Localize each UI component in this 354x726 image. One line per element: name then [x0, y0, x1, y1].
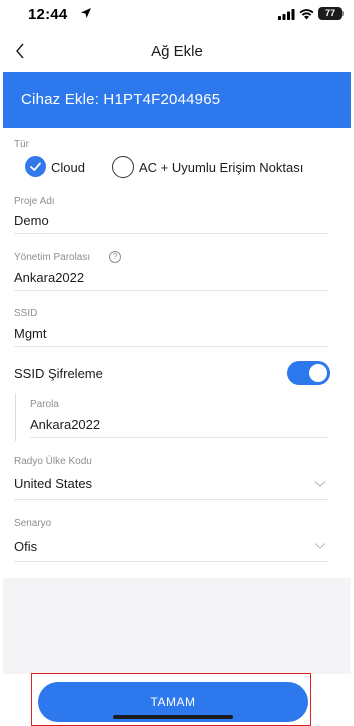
chevron-down-icon[interactable]	[314, 480, 326, 488]
type-label: Tür	[14, 139, 29, 150]
battery-nub	[342, 11, 344, 16]
battery-level: 77	[324, 8, 335, 18]
ac-access-point-radio[interactable]	[112, 156, 134, 178]
country-code-label: Radyo Ülke Kodu	[14, 456, 92, 467]
ssid-encryption-toggle[interactable]	[287, 361, 330, 385]
ssid-label: SSID	[14, 308, 38, 319]
ssid-field[interactable]: Mgmt	[14, 326, 47, 341]
divider	[14, 290, 329, 291]
location-arrow-icon	[81, 8, 91, 18]
cellular-signal-icon	[278, 9, 295, 20]
help-icon[interactable]: ?	[109, 251, 121, 263]
password-field[interactable]: Ankara2022	[30, 417, 100, 432]
country-code-value[interactable]: United States	[14, 476, 92, 491]
cloud-radio[interactable]	[25, 156, 46, 177]
status-bar: 12:44 77	[0, 0, 354, 30]
navigation-bar: Ağ Ekle	[0, 30, 354, 72]
project-name-field[interactable]: Demo	[14, 213, 49, 228]
device-banner: Cihaz Ekle: H1PT4F2044965	[3, 72, 351, 128]
project-name-label: Proje Adı	[14, 196, 55, 207]
status-time: 12:44	[28, 6, 68, 23]
toggle-knob	[309, 364, 327, 382]
divider	[30, 437, 329, 438]
home-indicator	[113, 715, 233, 719]
scenario-value[interactable]: Ofis	[14, 539, 37, 554]
password-label: Parola	[30, 399, 59, 410]
battery-icon: 77	[318, 7, 342, 20]
divider	[14, 233, 329, 234]
empty-area	[3, 578, 351, 674]
wifi-icon	[299, 9, 314, 20]
checkmark-icon	[30, 162, 41, 171]
chevron-down-icon[interactable]	[314, 542, 326, 550]
admin-password-label: Yönetim Parolası	[14, 252, 91, 263]
device-banner-text: Cihaz Ekle: H1PT4F2044965	[21, 91, 221, 108]
admin-password-field[interactable]: Ankara2022	[14, 270, 84, 285]
page-title: Ağ Ekle	[151, 43, 203, 60]
divider	[14, 499, 329, 500]
ssid-encryption-label: SSID Şifreleme	[14, 366, 103, 381]
divider	[14, 561, 329, 562]
scenario-label: Senaryo	[14, 518, 52, 529]
ac-access-point-radio-label[interactable]: AC + Uyumlu Erişim Noktası	[139, 160, 303, 175]
divider	[14, 346, 329, 347]
indent-bar	[15, 393, 16, 441]
cloud-radio-label[interactable]: Cloud	[51, 160, 85, 175]
